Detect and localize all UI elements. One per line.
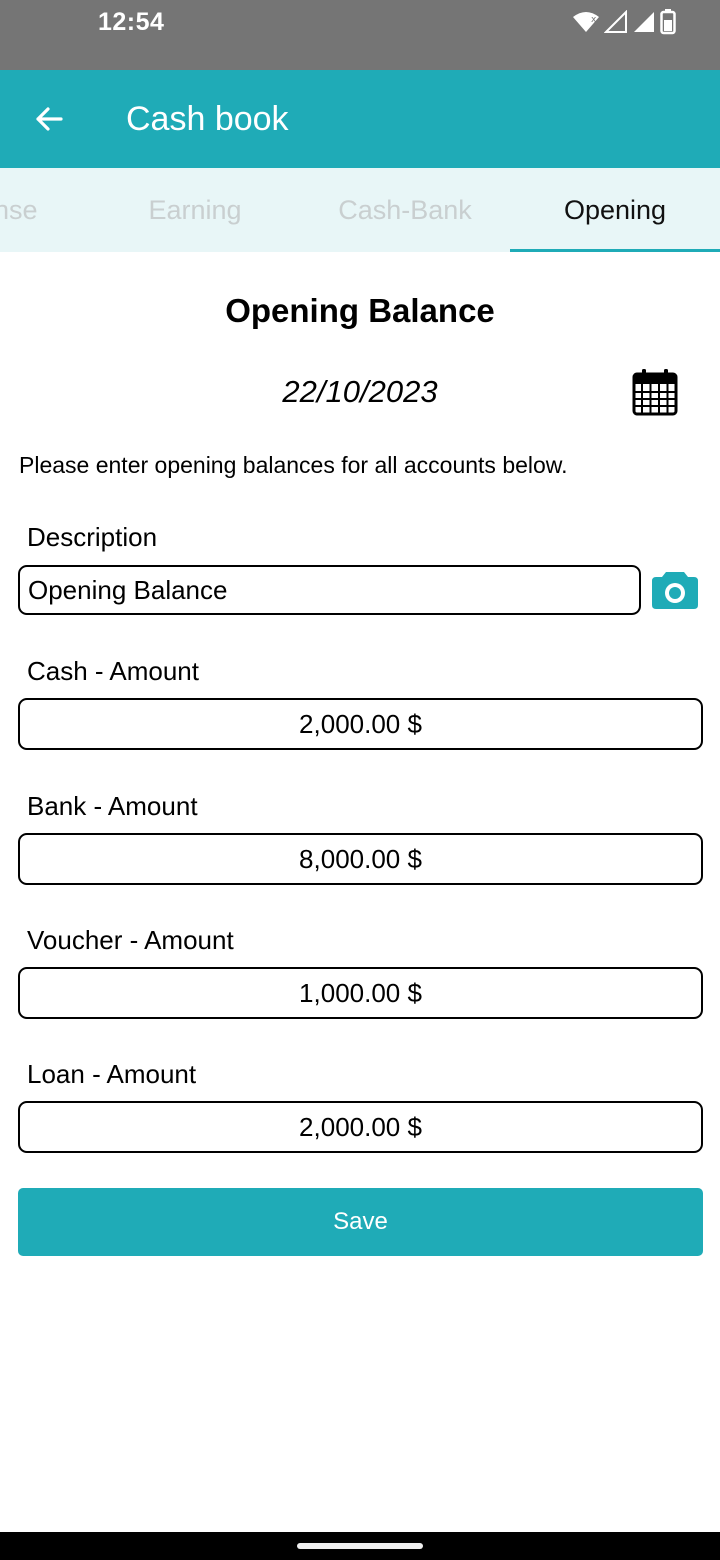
- app-title: Cash book: [126, 100, 289, 138]
- cash-amount-field[interactable]: [18, 698, 703, 750]
- app-bar: Cash book: [0, 70, 720, 168]
- tab-expense[interactable]: Expense: [0, 168, 90, 252]
- battery-icon: [660, 9, 676, 35]
- home-handle[interactable]: [297, 1543, 423, 1549]
- status-icons: x: [572, 8, 676, 36]
- instruction-text: Please enter opening balances for all ac…: [19, 452, 568, 478]
- wifi-icon: x: [573, 12, 599, 32]
- arrow-left-icon: [36, 107, 63, 131]
- voucher-amount-label: Voucher - Amount: [27, 925, 234, 955]
- navigation-bar: [0, 1532, 720, 1560]
- tab-label: Expense: [0, 194, 38, 225]
- tab-earning[interactable]: Earning: [90, 168, 300, 252]
- bank-amount-label: Bank - Amount: [27, 791, 198, 821]
- back-button[interactable]: [24, 94, 74, 144]
- bank-amount-field[interactable]: [18, 833, 703, 885]
- page-title: Opening Balance: [225, 292, 495, 329]
- cash-amount-label: Cash - Amount: [27, 656, 199, 686]
- description-label: Description: [27, 522, 158, 552]
- description-field[interactable]: [18, 565, 641, 615]
- camera-icon: [652, 572, 698, 609]
- tab-opening[interactable]: Opening: [510, 168, 720, 252]
- signal-icon: [604, 10, 627, 33]
- signal-icon: [634, 12, 654, 32]
- tab-indicator: [510, 249, 720, 252]
- tab-label: Cash-Bank: [338, 194, 472, 225]
- tab-cash-bank[interactable]: Cash-Bank: [300, 168, 510, 252]
- camera-button[interactable]: [650, 568, 700, 612]
- date-display[interactable]: 22/10/2023: [0, 374, 720, 410]
- status-bar: 12:54 x: [0, 0, 720, 70]
- save-button[interactable]: Save: [18, 1188, 703, 1256]
- calendar-icon: [632, 369, 678, 416]
- calendar-button[interactable]: [632, 368, 680, 418]
- loan-amount-field[interactable]: [18, 1101, 703, 1153]
- tab-label: Earning: [148, 194, 242, 225]
- tab-bar: Expense Earning Cash-Bank Opening: [0, 168, 720, 252]
- tab-label: Opening: [563, 194, 667, 225]
- voucher-amount-field[interactable]: [18, 967, 703, 1019]
- status-time: 12:54: [98, 8, 165, 36]
- svg-text:x: x: [591, 15, 597, 25]
- loan-amount-label: Loan - Amount: [27, 1059, 197, 1089]
